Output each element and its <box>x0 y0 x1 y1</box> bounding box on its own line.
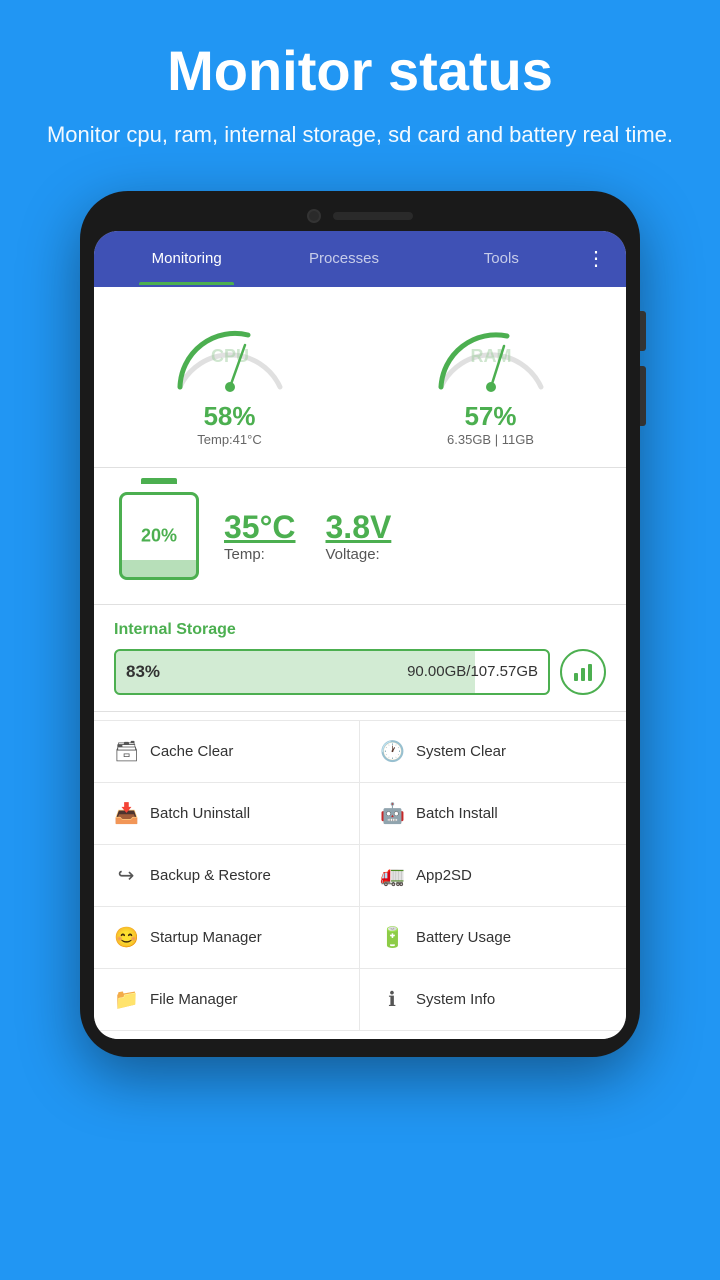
gauges-section: CPU 58% Temp:41°C RAM <box>94 287 626 468</box>
battery-usage-label: Battery Usage <box>416 929 511 946</box>
batch-install-label: Batch Install <box>416 805 498 822</box>
tools-grid: 🗃 Cache Clear 🕐 System Clear 📥 Batch Uninstal… <box>94 720 626 1031</box>
page-title: Monitor status <box>30 40 690 102</box>
phone-screen: Monitoring Processes Tools ⋮ CPU <box>94 231 626 1039</box>
system-clear-icon: 🕐 <box>380 739 404 764</box>
battery-body: 20% <box>119 492 199 580</box>
phone-side-button-2 <box>640 366 646 426</box>
phone-wrapper: Monitoring Processes Tools ⋮ CPU <box>0 191 720 1057</box>
file-manager-icon: 📁 <box>114 987 138 1012</box>
nav-bar: Monitoring Processes Tools ⋮ <box>94 231 626 287</box>
cpu-gauge: CPU 58% Temp:41°C <box>104 307 355 447</box>
storage-percent: 83% <box>126 662 160 682</box>
storage-chart-button[interactable] <box>560 649 606 695</box>
tool-item-system-info[interactable]: ℹ System Info <box>360 969 626 1031</box>
storage-section: Internal Storage 83% 90.00GB/107.57GB <box>94 605 626 712</box>
storage-size: 90.00GB/107.57GB <box>407 663 538 680</box>
tool-item-battery-usage[interactable]: 🔋 Battery Usage <box>360 907 626 969</box>
tool-item-startup-manager[interactable]: 😊 Startup Manager <box>94 907 360 969</box>
cpu-gauge-svg: CPU <box>165 307 295 397</box>
ram-used: 6.35GB | 11GB <box>447 432 534 447</box>
battery-voltage-label: Voltage: <box>326 546 380 563</box>
ram-gauge: RAM 57% 6.35GB | 11GB <box>365 307 616 447</box>
storage-bar: 83% 90.00GB/107.57GB <box>114 649 550 695</box>
tool-item-system-clear[interactable]: 🕐 System Clear <box>360 721 626 783</box>
battery-temp-stat: 35°C Temp: <box>224 509 296 563</box>
header-section: Monitor status Monitor cpu, ram, interna… <box>0 0 720 181</box>
battery-voltage-value: 3.8V <box>326 509 392 546</box>
backup-restore-label: Backup & Restore <box>150 867 271 884</box>
tab-processes[interactable]: Processes <box>265 232 422 285</box>
tool-item-backup-restore[interactable]: ↪ Backup & Restore <box>94 845 360 907</box>
tool-item-batch-install[interactable]: 🤖 Batch Install <box>360 783 626 845</box>
batch-uninstall-label: Batch Uninstall <box>150 805 250 822</box>
battery-usage-icon: 🔋 <box>380 925 404 950</box>
phone-side-button <box>640 311 646 351</box>
phone-frame: Monitoring Processes Tools ⋮ CPU <box>80 191 640 1057</box>
cpu-percent: 58% <box>203 401 255 432</box>
battery-temp-value: 35°C <box>224 509 296 546</box>
cache-clear-icon: 🗃 <box>114 739 138 764</box>
tool-item-file-manager[interactable]: 📁 File Manager <box>94 969 360 1031</box>
svg-text:RAM: RAM <box>470 346 511 366</box>
phone-speaker <box>333 212 413 220</box>
nav-more-icon[interactable]: ⋮ <box>580 246 612 271</box>
cache-clear-label: Cache Clear <box>150 743 233 760</box>
ram-gauge-svg: RAM <box>426 307 556 397</box>
tool-item-cache-clear[interactable]: 🗃 Cache Clear <box>94 721 360 783</box>
startup-manager-label: Startup Manager <box>150 929 262 946</box>
storage-bar-row: 83% 90.00GB/107.57GB <box>114 649 606 695</box>
battery-section: 20% 35°C Temp: 3.8V Voltage: <box>94 468 626 605</box>
tab-monitoring[interactable]: Monitoring <box>108 232 265 285</box>
phone-notch <box>94 209 626 223</box>
phone-camera <box>307 209 321 223</box>
tab-tools[interactable]: Tools <box>423 232 580 285</box>
storage-title: Internal Storage <box>114 621 606 639</box>
page-subtitle: Monitor cpu, ram, internal storage, sd c… <box>30 118 690 151</box>
startup-manager-icon: 😊 <box>114 925 138 950</box>
battery-voltage-stat: 3.8V Voltage: <box>326 509 392 563</box>
system-info-label: System Info <box>416 991 495 1008</box>
app2sd-label: App2SD <box>416 867 472 884</box>
tool-item-app2sd[interactable]: 🚛 App2SD <box>360 845 626 907</box>
battery-stats: 35°C Temp: 3.8V Voltage: <box>224 509 391 563</box>
tool-item-batch-uninstall[interactable]: 📥 Batch Uninstall <box>94 783 360 845</box>
tools-section: 🗃 Cache Clear 🕐 System Clear 📥 Batch Uninstal… <box>94 712 626 1039</box>
battery-temp-label: Temp: <box>224 546 265 563</box>
chart-icon <box>572 661 594 683</box>
battery-percent-label: 20% <box>141 525 177 546</box>
battery-fill <box>122 560 196 576</box>
ram-percent: 57% <box>464 401 516 432</box>
app2sd-icon: 🚛 <box>380 863 404 888</box>
storage-bar-labels: 83% 90.00GB/107.57GB <box>116 651 548 693</box>
system-clear-label: System Clear <box>416 743 506 760</box>
backup-restore-icon: ↪ <box>114 863 138 888</box>
batch-install-icon: 🤖 <box>380 801 404 826</box>
battery-icon: 20% <box>114 486 204 586</box>
cpu-temp: Temp:41°C <box>197 432 261 447</box>
battery-tip <box>141 478 177 484</box>
file-manager-label: File Manager <box>150 991 238 1008</box>
batch-uninstall-icon: 📥 <box>114 801 138 826</box>
system-info-icon: ℹ <box>380 987 404 1012</box>
